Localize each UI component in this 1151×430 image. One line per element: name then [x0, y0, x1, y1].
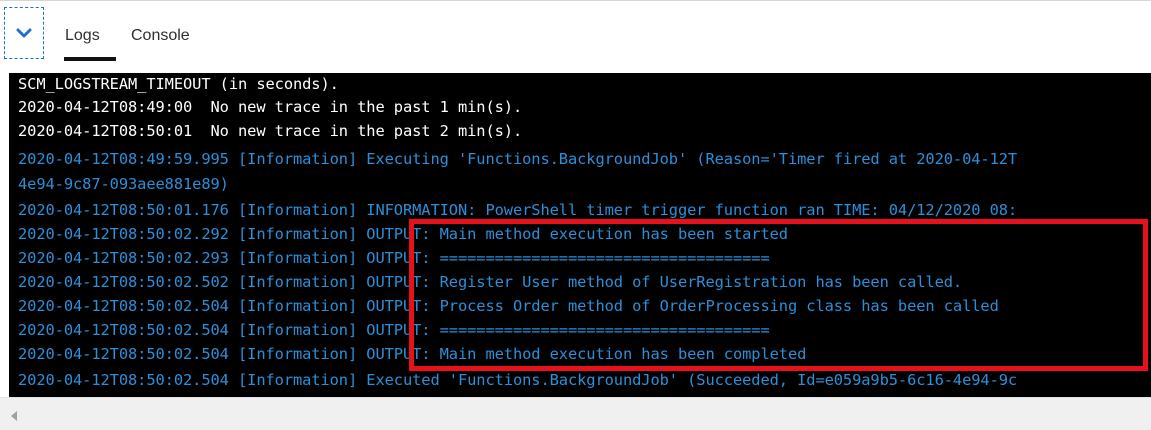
tab-logs[interactable]: Logs: [65, 27, 100, 45]
triangle-left-icon: [11, 408, 17, 426]
log-line: 2020-04-12T08:49:59.995 [Information] Ex…: [18, 150, 1018, 168]
log-line: 2020-04-12T08:49:00 No new trace in the …: [18, 98, 523, 116]
log-line: 2020-04-12T08:50:02.504 [Information] Ex…: [18, 371, 1018, 389]
log-line: 2020-04-12T08:50:02.504 [Information] OU…: [18, 297, 999, 315]
collapse-button[interactable]: [4, 7, 44, 59]
log-line: 2020-04-12T08:50:02.504 [Information] OU…: [18, 345, 807, 363]
log-line: 2020-04-12T08:50:02.504 [Information] OU…: [18, 321, 770, 339]
toolbar: Logs Console: [0, 1, 1151, 398]
scroll-left-button[interactable]: [9, 410, 19, 424]
chevron-down-icon: [16, 28, 32, 39]
tab-logs-active-indicator: [64, 57, 116, 61]
horizontal-scrollbar[interactable]: [0, 397, 1151, 430]
log-stream-panel: Logs Console SCM_LOGSTREAM_TIMEOUT (in s…: [0, 0, 1151, 430]
log-line: SCM_LOGSTREAM_TIMEOUT (in seconds).: [18, 75, 339, 93]
log-line: 2020-04-12T08:50:02.292 [Information] OU…: [18, 225, 788, 243]
log-line: 4e94-9c87-093aee881e89): [18, 175, 229, 193]
log-line: 2020-04-12T08:50:02.502 [Information] OU…: [18, 273, 963, 291]
log-line: 2020-04-12T08:50:02.293 [Information] OU…: [18, 249, 770, 267]
log-console[interactable]: SCM_LOGSTREAM_TIMEOUT (in seconds). 2020…: [9, 73, 1151, 397]
log-line: 2020-04-12T08:50:01 No new trace in the …: [18, 122, 523, 140]
tab-console[interactable]: Console: [131, 27, 190, 45]
log-line: 2020-04-12T08:50:01.176 [Information] IN…: [18, 201, 1018, 219]
